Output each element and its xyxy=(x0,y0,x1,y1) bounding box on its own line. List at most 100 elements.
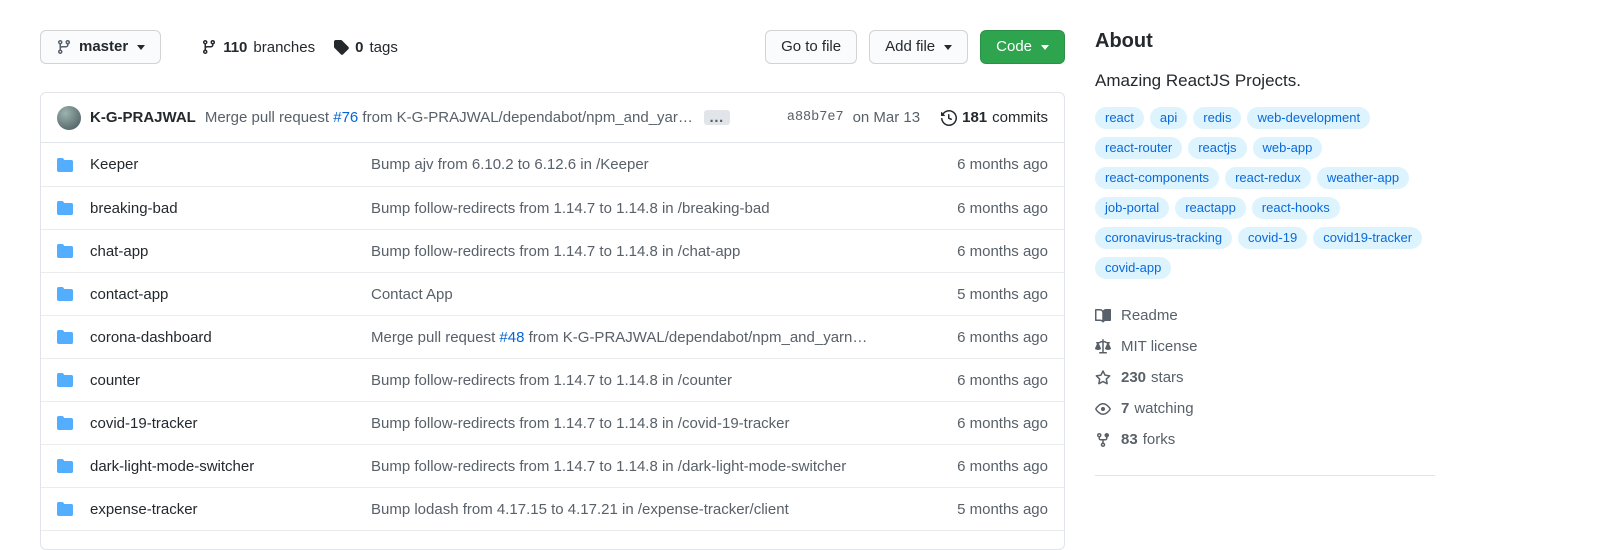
branches-count: 110 xyxy=(223,38,248,56)
chevron-down-icon xyxy=(1041,44,1049,50)
topics-list: react api redis web-development react-router… xyxy=(1095,107,1435,279)
commit-history-link[interactable]: 181 commits xyxy=(941,109,1048,126)
pr-link[interactable]: #76 xyxy=(333,109,358,126)
history-icon xyxy=(941,109,958,126)
file-name-cell: Keeper xyxy=(57,156,371,173)
readme-label: Readme xyxy=(1121,307,1178,324)
file-name-cell: corona-dashboard xyxy=(57,329,371,346)
topic-weather-app[interactable]: weather-app xyxy=(1316,167,1410,189)
topic-covid-app[interactable]: covid-app xyxy=(1095,257,1172,279)
commit-age-link[interactable]: 6 months ago xyxy=(918,156,1048,173)
topic-redis[interactable]: redis xyxy=(1193,107,1242,129)
commit-message-text: Bump follow-redirects from 1.14.7 to 1.1… xyxy=(371,414,790,432)
star-icon xyxy=(1095,369,1111,386)
toolbar-actions: Go to file Add file Code xyxy=(765,30,1065,64)
commit-message-text: Contact App xyxy=(371,285,453,303)
commit-message-cell[interactable]: Bump follow-redirects from 1.14.7 to 1.1… xyxy=(371,415,918,432)
commit-author-link[interactable]: K-G-PRAJWAL xyxy=(90,109,196,126)
add-file-button[interactable]: Add file xyxy=(869,30,969,64)
file-link[interactable]: contact-app xyxy=(90,286,168,303)
branch-name: master xyxy=(79,38,129,55)
file-link[interactable]: chat-app xyxy=(90,243,148,260)
watching-link[interactable]: 7 watching xyxy=(1095,400,1435,417)
commit-age-link[interactable]: 6 months ago xyxy=(918,243,1048,260)
eye-icon xyxy=(1095,401,1111,417)
tag-icon xyxy=(333,39,349,55)
file-link[interactable]: covid-19-tracker xyxy=(90,415,198,432)
topic-react[interactable]: react xyxy=(1095,107,1144,129)
commit-message-cell[interactable]: Bump lodash from 4.17.15 to 4.17.21 in /… xyxy=(371,501,918,518)
commit-age-link[interactable]: 6 months ago xyxy=(918,415,1048,432)
stars-label: stars xyxy=(1151,369,1184,386)
topic-web-app[interactable]: web-app xyxy=(1252,137,1323,159)
file-table-container: K-G-PRAJWAL Merge pull request #76 from … xyxy=(40,92,1065,550)
commit-message-cell[interactable]: Contact App xyxy=(371,286,918,303)
pr-link[interactable]: #48 xyxy=(499,329,524,346)
git-branch-icon xyxy=(201,39,217,55)
avatar[interactable] xyxy=(57,105,81,130)
file-name-cell: contact-app xyxy=(57,286,371,303)
file-link[interactable]: expense-tracker xyxy=(90,501,198,518)
file-link[interactable]: Keeper xyxy=(90,156,138,173)
commit-message[interactable]: Merge pull request #76 from K-G-PRAJWAL/… xyxy=(205,109,693,126)
commit-message-cell[interactable]: Merge pull request #48 from K-G-PRAJWAL/… xyxy=(371,329,918,346)
stars-link[interactable]: 230 stars xyxy=(1095,369,1435,386)
file-row: chat-app Bump follow-redirects from 1.14… xyxy=(41,229,1064,272)
file-row: covid-19-tracker Bump follow-redirects f… xyxy=(41,401,1064,444)
file-link[interactable]: corona-dashboard xyxy=(90,329,212,346)
file-name-cell: dark-light-mode-switcher xyxy=(57,458,371,475)
code-button[interactable]: Code xyxy=(980,30,1065,64)
law-icon xyxy=(1095,338,1111,355)
topic-api[interactable]: api xyxy=(1149,107,1188,129)
readme-link[interactable]: Readme xyxy=(1095,307,1435,324)
topic-react-hooks[interactable]: react-hooks xyxy=(1251,197,1340,219)
code-label: Code xyxy=(996,38,1032,55)
branch-selector-button[interactable]: master xyxy=(40,30,162,64)
about-sidebar: About Amazing ReactJS Projects. react api… xyxy=(1095,30,1435,550)
topic-job-portal[interactable]: job-portal xyxy=(1095,197,1170,219)
commit-message-cell[interactable]: Bump follow-redirects from 1.14.7 to 1.1… xyxy=(371,372,918,389)
topic-reactapp[interactable]: reactapp xyxy=(1175,197,1246,219)
stars-count: 230 xyxy=(1121,369,1147,386)
commit-message-cell[interactable]: Bump follow-redirects from 1.14.7 to 1.1… xyxy=(371,458,918,475)
folder-icon xyxy=(57,200,73,216)
commit-message-cell[interactable]: Bump follow-redirects from 1.14.7 to 1.1… xyxy=(371,200,918,217)
commit-hash-link[interactable]: a88b7e7 xyxy=(787,110,844,125)
chevron-down-icon xyxy=(137,44,146,50)
file-table: Keeper Bump ajv from 6.10.2 to 6.12.6 in… xyxy=(41,143,1064,530)
topic-react-router[interactable]: react-router xyxy=(1095,137,1183,159)
about-title: About xyxy=(1095,30,1153,52)
topic-react-redux[interactable]: react-redux xyxy=(1225,167,1311,189)
commit-age-link[interactable]: 6 months ago xyxy=(918,200,1048,217)
topic-web-development[interactable]: web-development xyxy=(1247,107,1371,129)
file-row-partial xyxy=(41,530,1064,549)
branches-link[interactable]: 110 branches xyxy=(201,39,315,56)
commits-count: 181 xyxy=(962,109,988,126)
file-link[interactable]: breaking-bad xyxy=(90,200,178,217)
topic-covid-19[interactable]: covid-19 xyxy=(1238,227,1308,249)
commit-message-cell[interactable]: Bump ajv from 6.10.2 to 6.12.6 in /Keepe… xyxy=(371,156,918,173)
commit-age-link[interactable]: 6 months ago xyxy=(918,458,1048,475)
topic-reactjs[interactable]: reactjs xyxy=(1188,137,1247,159)
git-branch-icon xyxy=(56,39,72,55)
tags-label: tags xyxy=(369,38,398,56)
commit-message-text: Bump ajv from 6.10.2 to 6.12.6 in /Keepe… xyxy=(371,156,649,173)
tags-link[interactable]: 0 tags xyxy=(333,39,398,56)
commit-age-link[interactable]: 5 months ago xyxy=(918,286,1048,303)
file-link[interactable]: dark-light-mode-switcher xyxy=(90,458,254,475)
commit-age-link[interactable]: 5 months ago xyxy=(918,501,1048,518)
file-link[interactable]: counter xyxy=(90,372,140,389)
file-row: corona-dashboard Merge pull request #48 … xyxy=(41,315,1064,358)
topic-covid19-tracker[interactable]: covid19-tracker xyxy=(1313,227,1423,249)
topic-react-components[interactable]: react-components xyxy=(1095,167,1220,189)
forks-link[interactable]: 83 forks xyxy=(1095,431,1435,448)
license-link[interactable]: MIT license xyxy=(1095,338,1435,355)
commit-message-expander-button[interactable]: … xyxy=(703,110,730,125)
file-row: counter Bump follow-redirects from 1.14.… xyxy=(41,358,1064,401)
commit-message-cell[interactable]: Bump follow-redirects from 1.14.7 to 1.1… xyxy=(371,243,918,260)
go-to-file-button[interactable]: Go to file xyxy=(765,30,858,64)
commit-age-link[interactable]: 6 months ago xyxy=(918,372,1048,389)
forks-count: 83 xyxy=(1121,431,1138,448)
topic-coronavirus-tracking[interactable]: coronavirus-tracking xyxy=(1095,227,1233,249)
commit-age-link[interactable]: 6 months ago xyxy=(918,329,1048,346)
